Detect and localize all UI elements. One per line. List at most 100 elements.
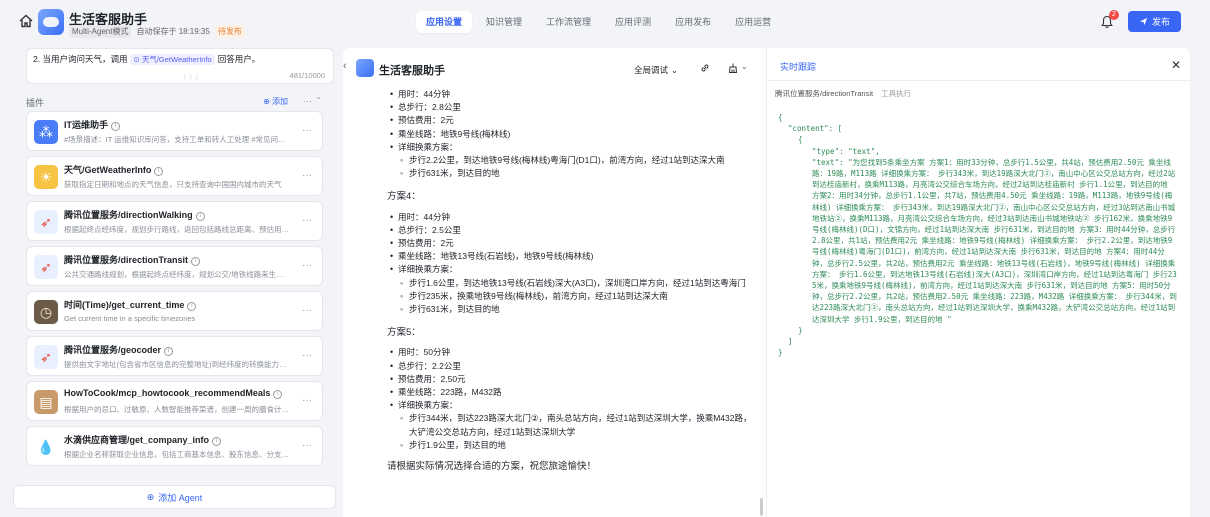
collapse-icon[interactable]: ⌃ [315, 96, 322, 105]
more-icon[interactable]: ··· [302, 260, 312, 271]
divider [767, 80, 1191, 81]
info-icon[interactable]: i [273, 390, 283, 399]
plugin-desc: 根据用户的忌口、过敏原、人数智能推荐菜谱，创建一周的膳食计… [64, 405, 289, 414]
plugin-item[interactable]: ➶ 腾讯位置服务/directionWalking i 根据起终点经纬度，规划步行路线… [26, 201, 323, 241]
tab-5[interactable]: 应用运营 [725, 11, 781, 33]
send-icon [1139, 17, 1148, 26]
plugin-item[interactable]: ◷ 时间(Time)/get_current_time i Get current t… [26, 291, 323, 331]
compass-icon: ➶ [34, 210, 58, 234]
info-icon[interactable]: i [212, 437, 222, 446]
add-plugin-button[interactable]: ⊕ 添加 [263, 96, 288, 107]
status-badge: 待发布 [214, 25, 245, 38]
plugin-name: 时间(Time)/get_current_time i [64, 298, 197, 311]
list-item: 乘坐线路：地铁9号线(梅林线) [387, 128, 757, 141]
list-item: 总步行：2.8公里 [387, 101, 757, 114]
info-icon[interactable]: i [195, 212, 205, 221]
info-icon[interactable]: i [154, 167, 164, 176]
publish-button[interactable]: 发布 [1128, 11, 1181, 32]
list-item: 乘坐线路：地铁13号线(石岩线)，地铁9号线(梅林线) [387, 250, 757, 263]
notification-badge: 2 [1109, 10, 1119, 20]
list-item: 总步行：2.5公里 [387, 224, 757, 237]
tab-1[interactable]: 知识管理 [476, 11, 532, 33]
info-icon[interactable]: i [191, 257, 201, 266]
more-icon[interactable]: ··· [302, 170, 312, 181]
plugin-desc: 提供由文字地址(包含省市区信息的完整地址)到经纬度的转换能力… [64, 360, 287, 369]
list-item: 预估费用：2元 [387, 237, 757, 250]
mode-tag: Multi-Agent模式 [69, 25, 132, 38]
tab-3[interactable]: 应用评测 [605, 11, 661, 33]
chat-message: 用时：44分钟总步行：2.8公里预估费用：2元乘坐线路：地铁9号线(梅林线)详细… [387, 88, 757, 473]
plugin-desc: 根据企业名称获取企业信息，包括工商基本信息、股东信息、分支… [64, 450, 289, 459]
close-icon[interactable]: ✕ [1171, 58, 1181, 72]
plugin-item[interactable]: ➶ 腾讯位置服务/geocoder i 提供由文字地址(包含省市区信息的完整地址)到经… [26, 336, 323, 376]
json-text-value: "text": "为您找到5条乘坐方案 方案1：用时33分钟，总步行1.5公里，… [778, 157, 1178, 325]
prompt-text: 2. 当用户询问天气，调用 ⊙ 天气/GetWeatherInfo 回答用户。 [33, 53, 327, 65]
list-item: 用时：44分钟 [387, 88, 757, 101]
plan4-list: 用时：44分钟总步行：2.5公里预估费用：2元乘坐线路：地铁13号线(石岩线)，… [387, 211, 757, 317]
broom-icon[interactable] [727, 62, 739, 74]
list-item: 用时：44分钟 [387, 211, 757, 224]
debug-mode-label: 全局调试 [634, 65, 669, 75]
prompt-text-after: 回答用户。 [217, 54, 261, 64]
debug-mode-select[interactable]: 全局调试 ⌄ [634, 64, 678, 76]
list-item: 用时：50分钟 [387, 346, 757, 359]
plugin-name-text: 腾讯位置服务/geocoder [64, 345, 162, 355]
plugin-name: HowToCook/mcp_howtocook_recommendMeals i [64, 388, 283, 399]
sub-list-item: 步行1.6公里，到达地铁13号线(石岩线)深大(A3口)，深圳湾口岸方向，经过1… [387, 277, 757, 290]
sub-list-item: 步行2.2公里，到达地铁9号线(梅林线)粤海门(D1口)，前湾方向，经过1站到达… [387, 154, 757, 167]
plugins-header: 插件 ⊕ 添加 ··· ⌃ [26, 96, 322, 109]
clock-icon: ◷ [34, 300, 58, 324]
more-icon[interactable]: ··· [302, 125, 312, 136]
plan5-list: 用时：50分钟总步行：2.2公里预估费用：2.50元乘坐线路：223路，M432… [387, 346, 757, 452]
plugin-item[interactable]: ▤ HowToCook/mcp_howtocook_recommendMeals i… [26, 381, 323, 421]
publish-label: 发布 [1151, 17, 1170, 27]
plugin-desc: 根据起终点经纬度，规划步行路线，返回包括路线总距离、预估用… [64, 225, 289, 234]
trace-panel: 实时跟踪 ✕ 腾讯位置服务/directionTransit 工具执行 { "c… [766, 48, 1191, 517]
compass-icon: ➶ [34, 255, 58, 279]
plugin-desc: 获取指定日期和地点的天气信息，只支持查询中国国内城市的天气 [64, 180, 282, 189]
chevron-down-icon[interactable]: ⌄ [741, 62, 748, 71]
more-icon[interactable]: ··· [302, 395, 312, 406]
prompt-editor[interactable]: 2. 当用户询问天气，调用 ⊙ 天气/GetWeatherInfo 回答用户。 … [26, 48, 334, 84]
cluster-icon: ⁂ [34, 120, 58, 144]
app-meta: Multi-Agent模式 自动保存于 18:19:35 待发布 [69, 25, 245, 38]
tab-4[interactable]: 应用发布 [665, 11, 721, 33]
plugin-item[interactable]: ☀ 天气/GetWeatherInfo i 获取指定日期和地点的天气信息，只支持查询中… [26, 156, 323, 196]
trace-title: 实时跟踪 [780, 62, 817, 72]
plan3-list: 用时：44分钟总步行：2.8公里预估费用：2元乘坐线路：地铁9号线(梅林线)详细… [387, 88, 757, 181]
plugin-name: 腾讯位置服务/directionTransit i [64, 253, 201, 266]
link-icon[interactable] [699, 62, 711, 74]
more-icon[interactable]: ··· [302, 440, 312, 451]
closing-text: 请根据实际情况选择合适的方案，祝您旅途愉快！ [387, 461, 597, 473]
info-icon[interactable]: i [111, 122, 120, 131]
home-icon[interactable] [18, 13, 34, 29]
list-item: 详细换乘方案： [387, 141, 757, 154]
tab-2[interactable]: 工作流管理 [536, 11, 601, 33]
sub-list-item: 步行1.9公里，到达目的地 [387, 439, 757, 452]
add-plugin-label: 添加 [272, 97, 288, 106]
plugin-name: 天气/GetWeatherInfo i [64, 163, 164, 176]
scrollbar[interactable] [760, 498, 763, 516]
json-line: ] [788, 337, 793, 347]
add-agent-button[interactable]: ⊕ 添加 Agent [13, 485, 336, 509]
more-icon[interactable]: ··· [302, 305, 312, 316]
list-item: 总步行：2.2公里 [387, 360, 757, 373]
info-icon[interactable]: i [187, 302, 197, 311]
info-icon[interactable]: i [164, 347, 174, 356]
tab-0[interactable]: 应用设置 [416, 11, 473, 33]
plugin-item[interactable]: ➶ 腾讯位置服务/directionTransit i 公共交通路线规划，根据起终点经… [26, 246, 323, 286]
more-icon[interactable]: ··· [302, 350, 312, 361]
plugin-item[interactable]: ⁂ IT运维助手 i #场景描述：IT 运维知识库问答，支持工单和转人工处理 #常见问… [26, 111, 323, 151]
tool-name: 腾讯位置服务/directionTransit [775, 89, 874, 98]
more-icon[interactable]: ··· [302, 215, 312, 226]
plugin-desc: #场景描述：IT 运维知识库问答，支持工单和转人工处理 #常见问… [64, 135, 286, 144]
resize-handle[interactable]: ⋮⋮⋮ [182, 74, 200, 81]
char-count: 481/10000 [289, 71, 325, 80]
plugin-item[interactable]: 💧 水滴供应商管理/get_company_info i 根据企业名称获取企业信息，包… [26, 426, 323, 466]
more-icon[interactable]: ··· [303, 96, 312, 106]
chevron-left-icon[interactable]: ‹ [343, 60, 347, 72]
list-item: 详细换乘方案： [387, 399, 757, 412]
weather-plugin-chip[interactable]: ⊙ 天气/GetWeatherInfo [130, 53, 215, 65]
json-line: } [798, 325, 803, 335]
trace-step: 腾讯位置服务/directionTransit 工具执行 [775, 88, 911, 99]
